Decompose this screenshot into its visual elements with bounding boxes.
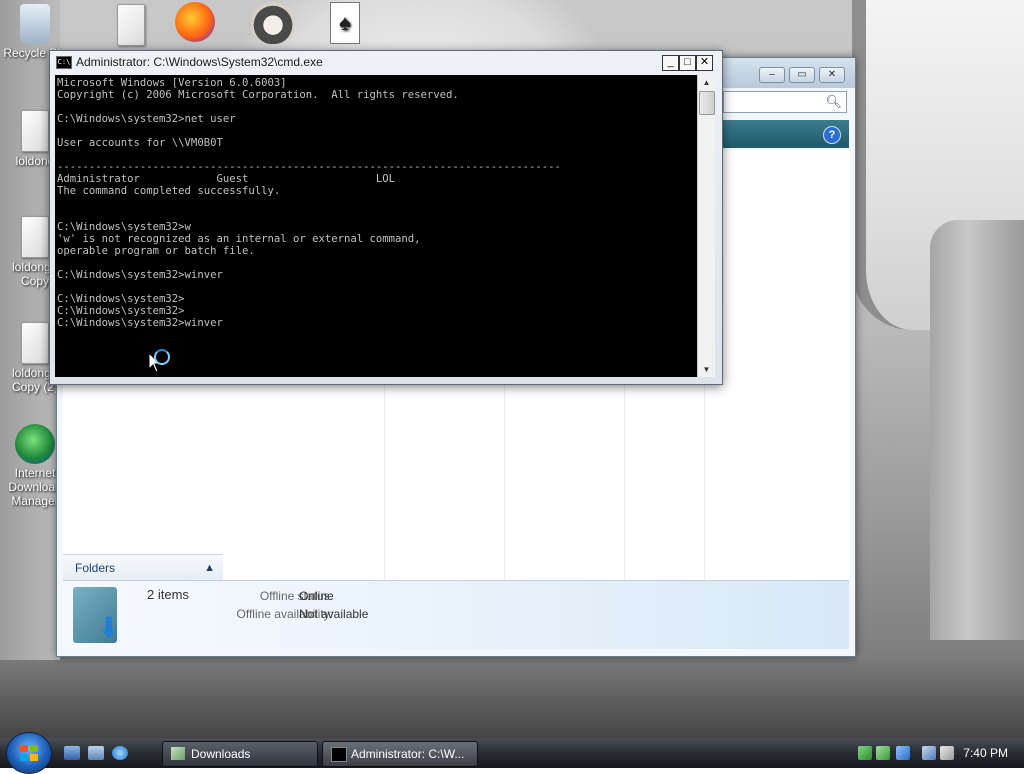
task-downloads[interactable]: Downloads [162, 741, 318, 767]
scroll-up-arrow-icon[interactable]: ▲ [698, 75, 715, 90]
console-output[interactable]: Microsoft Windows [Version 6.0.6003] Cop… [55, 75, 697, 377]
recycle-bin-icon [20, 4, 50, 44]
console-scrollbar[interactable]: ▲ ▼ [697, 75, 715, 377]
download-arrow-icon: ⬇ [97, 612, 121, 643]
show-desktop-icon[interactable] [64, 746, 80, 760]
tray-app-icon[interactable] [876, 746, 890, 760]
explorer-close-button[interactable]: ✕ [819, 67, 845, 83]
offline-status-value: Online [299, 589, 334, 603]
desktop-icon-firefox[interactable] [160, 2, 230, 44]
console-text: Microsoft Windows [Version 6.0.6003] Cop… [57, 77, 561, 329]
explorer-search-box[interactable]: 🔍︎ [723, 91, 847, 113]
desktop-icon-solitaire[interactable]: ♠ [310, 2, 380, 46]
firefox-icon [175, 2, 215, 42]
folder-icon [171, 747, 185, 760]
clock[interactable]: 7:40 PM [963, 738, 1008, 768]
network-icon[interactable] [922, 746, 936, 760]
cmd-title: Administrator: C:\Windows\System32\cmd.e… [76, 55, 323, 69]
tray-app-icon[interactable] [896, 746, 910, 760]
document-icon [21, 216, 49, 258]
cmd-titlebar[interactable]: C:\ Administrator: C:\Windows\System32\c… [50, 51, 722, 73]
folders-label: Folders [75, 561, 116, 575]
desktop-icon-raccoon[interactable] [238, 2, 308, 46]
desktop-icon-document[interactable] [96, 4, 166, 48]
cmd-close-button[interactable]: ✕ [696, 55, 713, 71]
chevron-up-icon: ▲ [204, 562, 215, 574]
globe-download-icon [15, 424, 55, 464]
explorer-maximize-button[interactable]: ▭ [789, 67, 815, 83]
loading-ring-icon [154, 349, 170, 365]
search-icon[interactable]: 🔍︎ [825, 94, 842, 110]
document-icon [21, 110, 49, 152]
task-label: Administrator: C:\W... [351, 747, 465, 761]
cmd-window[interactable]: C:\ Administrator: C:\Windows\System32\c… [49, 50, 723, 385]
taskbar: Downloads Administrator: C:\W... 7:40 PM [0, 732, 1024, 774]
wallpaper-floor [0, 660, 1024, 738]
scroll-thumb[interactable] [699, 91, 715, 115]
help-button[interactable]: ? [823, 126, 841, 144]
offline-availability-value: Not available [299, 607, 369, 621]
volume-muted-icon[interactable] [940, 746, 954, 760]
task-label: Downloads [191, 747, 251, 761]
cmd-maximize-button[interactable]: □ [679, 55, 696, 71]
task-cmd[interactable]: Administrator: C:\W... [322, 741, 478, 767]
cmd-minimize-button[interactable]: _ [662, 55, 679, 71]
windows-logo-icon [20, 745, 38, 761]
explorer-minimize-button[interactable]: ‒ [759, 67, 785, 83]
document-icon [21, 322, 49, 364]
solitaire-icon: ♠ [330, 2, 360, 44]
folders-toggle[interactable]: Folders ▲ [63, 554, 223, 581]
idm-tray-icon[interactable] [858, 746, 872, 760]
cmd-app-icon [331, 747, 347, 762]
wallpaper-seat [930, 220, 1024, 640]
raccoon-icon [251, 2, 295, 44]
explorer-details-pane: ⬇ 2 items Offline status: Online Offline… [63, 580, 849, 649]
busy-cursor-icon [148, 349, 170, 377]
cmd-app-icon: C:\ [56, 56, 72, 69]
scroll-down-arrow-icon[interactable]: ▼ [698, 362, 715, 377]
switch-windows-icon[interactable] [88, 746, 104, 760]
system-tray: 7:40 PM [852, 738, 1024, 768]
internet-explorer-icon[interactable] [112, 746, 128, 760]
document-icon [117, 4, 145, 46]
